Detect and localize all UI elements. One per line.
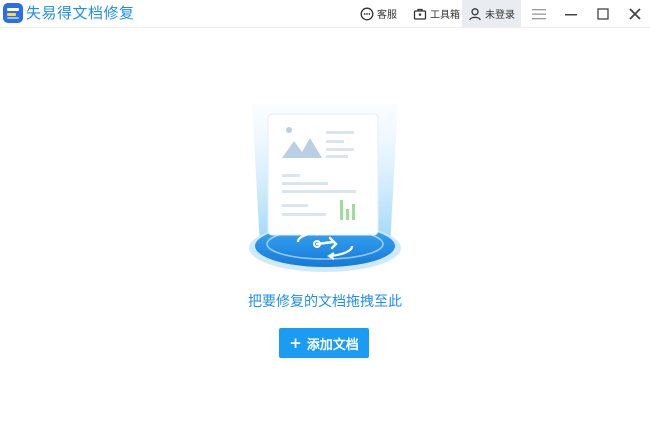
maximize-button[interactable] — [588, 0, 618, 27]
user-icon — [469, 7, 481, 20]
login-button[interactable]: 未登录 — [462, 0, 521, 27]
title-bar: 失易得文档修复 客服 工具箱 未登录 — [0, 0, 650, 28]
hamburger-menu-icon — [532, 8, 546, 19]
minimize-button[interactable] — [556, 0, 586, 27]
customer-service-label: 客服 — [377, 10, 397, 21]
close-icon — [629, 7, 641, 20]
customer-service-button[interactable]: 客服 — [360, 0, 397, 27]
maximize-icon — [597, 7, 609, 20]
login-label: 未登录 — [485, 10, 515, 21]
toolbox-label: 工具箱 — [430, 10, 460, 21]
toolbox-button[interactable]: 工具箱 — [413, 0, 460, 27]
document-repair-illustration — [249, 104, 401, 272]
app-logo-icon — [3, 3, 23, 23]
app-title: 失易得文档修复 — [26, 4, 135, 22]
close-button[interactable] — [620, 0, 650, 27]
minimize-icon — [565, 13, 577, 15]
plus-icon: + — [289, 334, 302, 352]
toolbox-icon — [413, 8, 427, 20]
drop-zone[interactable] — [240, 96, 410, 281]
chat-bubble-icon — [360, 7, 374, 20]
add-document-button[interactable]: + 添加文档 — [279, 328, 369, 358]
menu-button[interactable] — [524, 0, 554, 27]
drop-hint-text: 把要修复的文档拖拽至此 — [248, 294, 402, 310]
add-document-label: 添加文档 — [306, 337, 359, 353]
